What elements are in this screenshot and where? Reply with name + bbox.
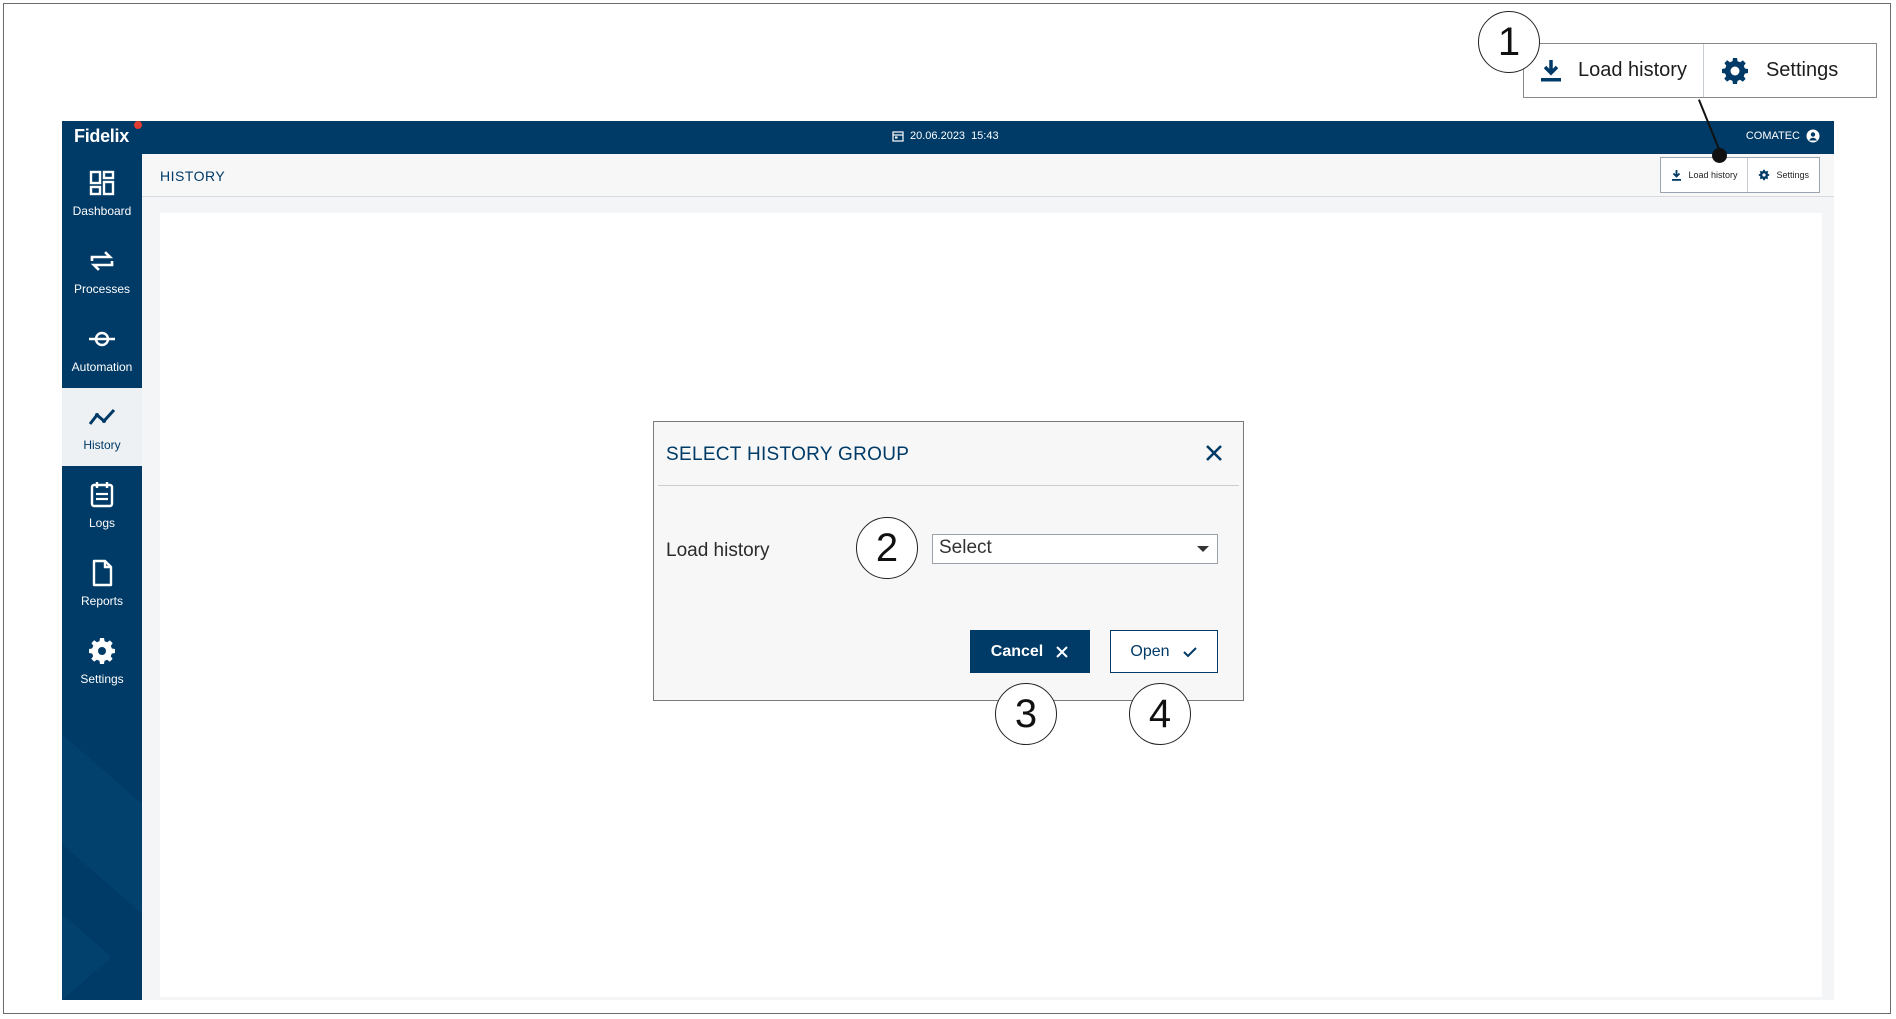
settings-icon <box>89 638 115 664</box>
open-label: Open <box>1130 642 1170 660</box>
check-icon <box>1182 646 1197 657</box>
fidelix-logo[interactable]: Fidelix <box>74 126 129 147</box>
processes-icon <box>90 251 114 271</box>
load-history-button[interactable]: Load history <box>1661 158 1747 192</box>
sidebar-item-label: Reports <box>80 594 124 608</box>
callout-load-history-label: Load history <box>1578 59 1687 81</box>
callout-settings-label: Settings <box>1765 59 1839 81</box>
user-menu[interactable]: COMATEC <box>1746 129 1820 143</box>
sidebar-item-label: Settings <box>80 672 124 686</box>
toolbar-callout: Load history Settings <box>1523 43 1877 98</box>
calendar-icon <box>892 131 904 142</box>
user-icon <box>1806 129 1820 143</box>
page-title: HISTORY <box>160 168 226 184</box>
history-group-select[interactable]: Select <box>932 534 1218 564</box>
close-icon <box>1056 645 1068 658</box>
sidebar-decoration-arrow <box>62 914 112 1000</box>
select-history-group-dialog: SELECT HISTORY GROUP Load history Select… <box>653 421 1244 701</box>
load-history-label: Load history <box>1688 170 1738 180</box>
cancel-button[interactable]: Cancel <box>970 630 1090 673</box>
download-icon <box>1541 59 1561 81</box>
sidebar-item-history[interactable]: History <box>62 388 142 466</box>
date-time-display: 20.06.2023 15:43 <box>892 130 999 142</box>
annotation-4: 4 <box>1129 683 1191 745</box>
cancel-label: Cancel <box>990 642 1044 660</box>
callout-pointer-dot <box>1712 148 1727 163</box>
annotation-3: 3 <box>995 683 1057 745</box>
notification-dot[interactable] <box>134 121 142 129</box>
dialog-title: SELECT HISTORY GROUP <box>666 444 910 465</box>
download-icon <box>1672 169 1682 181</box>
top-bar: Fidelix 20.06.2023 15:43 COMATEC <box>62 121 1834 154</box>
content-header: HISTORY Load history Settings <box>142 154 1834 197</box>
chevron-down-icon <box>1197 546 1209 552</box>
sidebar-item-processes[interactable]: Processes <box>62 232 142 310</box>
sidebar-item-label: Logs <box>88 516 116 530</box>
sidebar-item-reports[interactable]: Reports <box>62 544 142 622</box>
sidebar-decoration <box>62 734 142 914</box>
select-value: Select <box>939 537 992 558</box>
logs-icon <box>90 482 114 508</box>
close-icon[interactable] <box>1201 440 1227 466</box>
annotation-2: 2 <box>856 517 918 579</box>
settings-button[interactable]: Settings <box>1747 158 1819 192</box>
callout-load-history-button: Load history <box>1524 44 1703 97</box>
automation-icon <box>89 331 115 347</box>
gear-icon <box>1759 169 1770 181</box>
load-history-field-label: Load history <box>666 540 770 561</box>
sidebar-item-label: Automation <box>71 360 133 374</box>
time-text: 15:43 <box>971 130 999 142</box>
sidebar: Dashboard Processes Automation History L… <box>62 154 142 1000</box>
dialog-divider <box>658 485 1239 486</box>
gear-icon <box>1721 57 1748 84</box>
header-toolbar: Load history Settings <box>1660 157 1820 193</box>
sidebar-item-logs[interactable]: Logs <box>62 466 142 544</box>
sidebar-item-dashboard[interactable]: Dashboard <box>62 154 142 232</box>
open-button[interactable]: Open <box>1110 630 1218 673</box>
sidebar-item-label: History <box>83 438 121 452</box>
reports-icon <box>92 559 113 587</box>
annotation-1: 1 <box>1478 11 1540 73</box>
callout-settings-button: Settings <box>1702 44 1854 97</box>
sidebar-item-automation[interactable]: Automation <box>62 310 142 388</box>
date-text: 20.06.2023 <box>910 130 966 142</box>
user-name: COMATEC <box>1745 130 1800 142</box>
sidebar-item-label: Processes <box>73 282 131 296</box>
settings-label: Settings <box>1776 170 1809 180</box>
dashboard-icon <box>89 170 115 196</box>
sidebar-item-label: Dashboard <box>72 204 132 218</box>
history-icon <box>88 408 116 425</box>
sidebar-item-settings[interactable]: Settings <box>62 622 142 700</box>
